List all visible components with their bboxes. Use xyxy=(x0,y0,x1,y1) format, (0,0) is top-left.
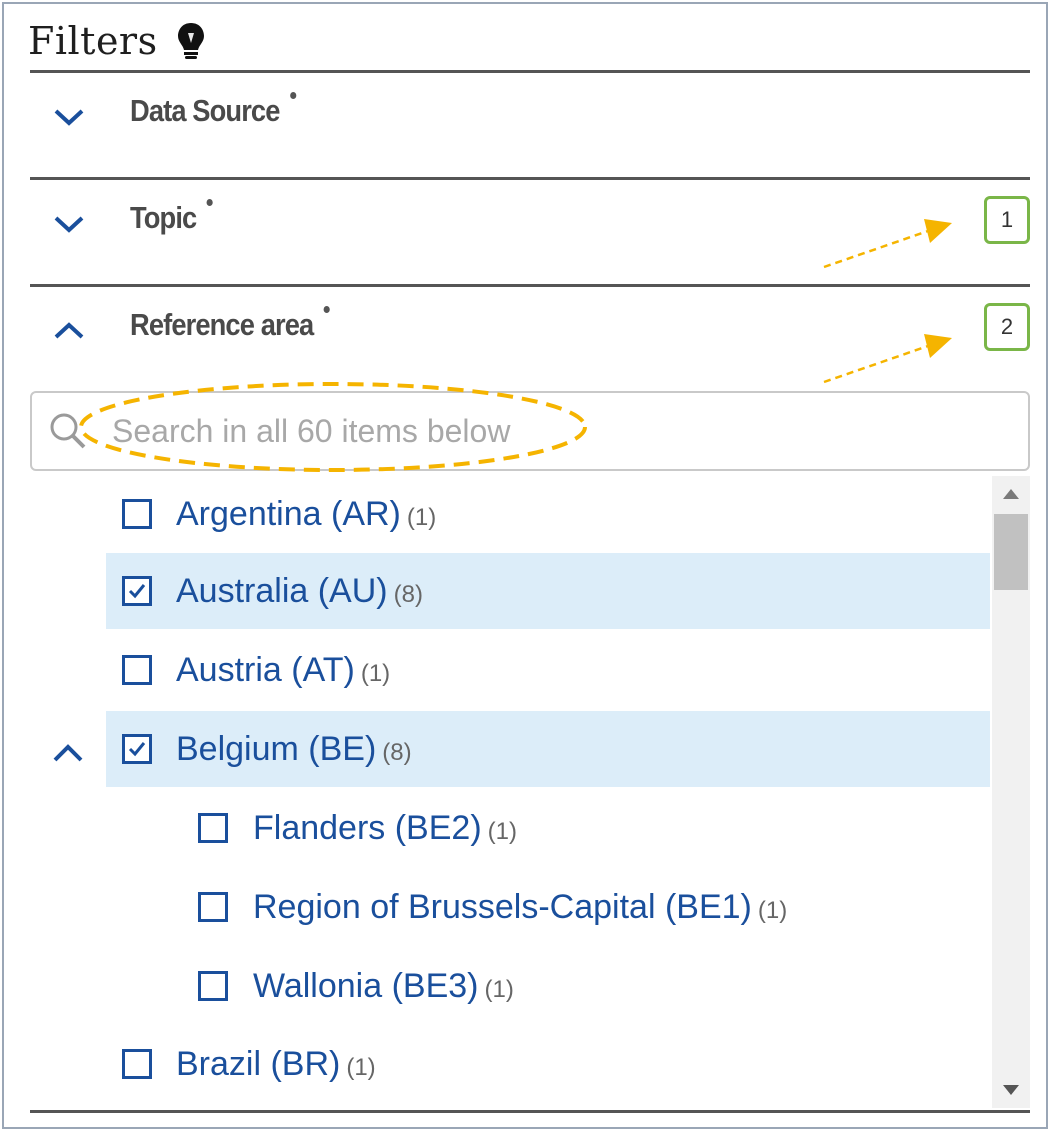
item-count: (1) xyxy=(360,659,391,687)
item-label[interactable]: Austria (AT) (1) xyxy=(176,651,390,690)
checkbox-checked[interactable] xyxy=(122,734,152,764)
section-label: Data Source xyxy=(130,92,297,129)
checkbox[interactable] xyxy=(122,1049,152,1079)
item-count: (8) xyxy=(382,738,412,766)
item-label[interactable]: Wallonia (BE3) (1) xyxy=(253,967,514,1006)
item-count: (8) xyxy=(393,580,423,608)
section-label: Reference area xyxy=(130,306,331,343)
section-data-source[interactable]: Data Source xyxy=(0,73,1040,173)
list-item[interactable]: Flanders (BE2) (1) xyxy=(106,790,990,866)
checkbox[interactable] xyxy=(198,892,228,922)
item-label[interactable]: Flanders (BE2) (1) xyxy=(253,809,517,848)
section-label: Topic xyxy=(130,199,214,236)
lightbulb-icon[interactable] xyxy=(176,21,206,61)
list-item[interactable]: Austria (AT) (1) xyxy=(106,632,990,708)
item-label[interactable]: Region of Brussels-Capital (BE1) (1) xyxy=(253,888,787,927)
item-count: (1) xyxy=(487,817,517,845)
search-input[interactable] xyxy=(112,409,972,453)
filters-header: Filters xyxy=(28,16,206,66)
indicator-dot xyxy=(323,306,331,313)
checkbox[interactable] xyxy=(198,813,228,843)
section-topic[interactable]: Topic xyxy=(0,180,1040,280)
item-count: (1) xyxy=(484,975,514,1003)
scroll-down-arrow-icon[interactable] xyxy=(1002,1084,1020,1096)
chevron-up-icon[interactable] xyxy=(52,319,86,343)
chevron-down-icon[interactable] xyxy=(52,105,86,129)
page-title: Filters xyxy=(28,19,158,63)
search-icon xyxy=(50,413,86,449)
list-item[interactable]: Belgium (BE) (8) xyxy=(106,711,990,787)
callout-badge: 1 xyxy=(984,196,1030,244)
scroll-up-arrow-icon[interactable] xyxy=(1002,488,1020,500)
divider xyxy=(30,1110,1030,1113)
item-count: (1) xyxy=(406,503,437,531)
scrollbar-thumb[interactable] xyxy=(994,514,1028,590)
indicator-dot xyxy=(206,199,214,206)
item-label[interactable]: Australia (AU) (8) xyxy=(176,572,423,611)
list-item[interactable]: Region of Brussels-Capital (BE1) (1) xyxy=(106,869,990,945)
list-item[interactable]: Wallonia (BE3) (1) xyxy=(106,948,990,1024)
list-item[interactable]: Brazil (BR) (1) xyxy=(106,1026,990,1102)
chevron-down-icon[interactable] xyxy=(52,212,86,236)
item-label[interactable]: Argentina (AR) (1) xyxy=(176,495,436,534)
section-reference-area[interactable]: Reference area xyxy=(0,287,1040,387)
checkbox[interactable] xyxy=(198,971,228,1001)
checkbox[interactable] xyxy=(122,499,152,529)
list-item[interactable]: Australia (AU) (8) xyxy=(106,553,990,629)
scrollbar[interactable] xyxy=(992,476,1030,1108)
search-box[interactable] xyxy=(30,391,1030,471)
callout-badge: 2 xyxy=(984,303,1030,351)
item-count: (1) xyxy=(346,1053,376,1081)
chevron-up-icon[interactable] xyxy=(52,742,84,764)
checkbox-checked[interactable] xyxy=(122,576,152,606)
item-label[interactable]: Brazil (BR) (1) xyxy=(176,1045,376,1084)
list-item[interactable]: Argentina (AR) (1) xyxy=(106,476,990,552)
item-count: (1) xyxy=(757,896,788,924)
indicator-dot xyxy=(290,92,297,99)
item-label[interactable]: Belgium (BE) (8) xyxy=(176,730,412,769)
reference-area-list[interactable]: Argentina (AR) (1) Australia (AU) (8) Aust… xyxy=(0,476,990,1108)
checkbox[interactable] xyxy=(122,655,152,685)
